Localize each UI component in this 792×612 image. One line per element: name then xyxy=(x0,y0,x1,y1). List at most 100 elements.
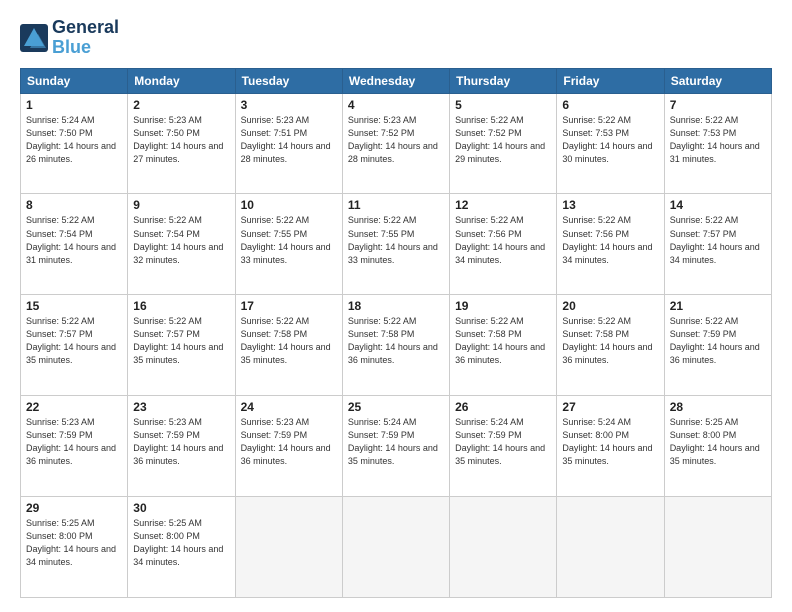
page: General Blue SundayMondayTuesdayWednesda… xyxy=(0,0,792,612)
calendar-cell: 2 Sunrise: 5:23 AMSunset: 7:50 PMDaylight… xyxy=(128,93,235,194)
calendar-week-row: 15 Sunrise: 5:22 AMSunset: 7:57 PMDayligh… xyxy=(21,295,772,396)
calendar-cell: 18 Sunrise: 5:22 AMSunset: 7:58 PMDayligh… xyxy=(342,295,449,396)
calendar-cell: 7 Sunrise: 5:22 AMSunset: 7:53 PMDaylight… xyxy=(664,93,771,194)
day-detail: Sunrise: 5:22 AMSunset: 7:59 PMDaylight:… xyxy=(670,315,766,367)
calendar-cell: 23 Sunrise: 5:23 AMSunset: 7:59 PMDayligh… xyxy=(128,396,235,497)
day-detail: Sunrise: 5:23 AMSunset: 7:51 PMDaylight:… xyxy=(241,114,337,166)
day-detail: Sunrise: 5:22 AMSunset: 7:58 PMDaylight:… xyxy=(348,315,444,367)
calendar-cell: 24Sunrise: 5:23 AMSunset: 7:59 PMDayligh… xyxy=(235,396,342,497)
calendar-week-row: 29 Sunrise: 5:25 AMSunset: 8:00 PMDayligh… xyxy=(21,497,772,598)
day-detail: Sunrise: 5:22 AMSunset: 7:57 PMDaylight:… xyxy=(26,315,122,367)
day-detail: Sunrise: 5:23 AMSunset: 7:52 PMDaylight:… xyxy=(348,114,444,166)
day-detail: Sunrise: 5:22 AMSunset: 7:57 PMDaylight:… xyxy=(133,315,229,367)
day-number: 24 xyxy=(241,400,337,414)
calendar-cell: 26 Sunrise: 5:24 AMSunset: 7:59 PMDayligh… xyxy=(450,396,557,497)
day-number: 11 xyxy=(348,198,444,212)
day-detail: Sunrise: 5:24 AMSunset: 7:59 PMDaylight:… xyxy=(348,416,444,468)
day-detail: Sunrise: 5:24 AMSunset: 7:50 PMDaylight:… xyxy=(26,114,122,166)
calendar-cell: 30 Sunrise: 5:25 AMSunset: 8:00 PMDayligh… xyxy=(128,497,235,598)
day-number: 29 xyxy=(26,501,122,515)
calendar-body: 1 Sunrise: 5:24 AMSunset: 7:50 PMDaylight… xyxy=(21,93,772,597)
calendar-cell xyxy=(342,497,449,598)
day-number: 14 xyxy=(670,198,766,212)
calendar-cell: 14 Sunrise: 5:22 AMSunset: 7:57 PMDayligh… xyxy=(664,194,771,295)
day-detail: Sunrise: 5:22 AMSunset: 7:57 PMDaylight:… xyxy=(670,214,766,266)
header: General Blue xyxy=(20,18,772,58)
day-detail: Sunrise: 5:22 AMSunset: 7:56 PMDaylight:… xyxy=(562,214,658,266)
calendar-cell xyxy=(235,497,342,598)
calendar-cell xyxy=(557,497,664,598)
day-number: 4 xyxy=(348,98,444,112)
logo-icon xyxy=(20,24,48,52)
day-number: 25 xyxy=(348,400,444,414)
day-header: Wednesday xyxy=(342,68,449,93)
day-number: 17 xyxy=(241,299,337,313)
logo: General Blue xyxy=(20,18,119,58)
day-header: Thursday xyxy=(450,68,557,93)
day-detail: Sunrise: 5:25 AMSunset: 8:00 PMDaylight:… xyxy=(133,517,229,569)
day-detail: Sunrise: 5:22 AMSunset: 7:54 PMDaylight:… xyxy=(26,214,122,266)
day-number: 22 xyxy=(26,400,122,414)
calendar-cell: 17 Sunrise: 5:22 AMSunset: 7:58 PMDayligh… xyxy=(235,295,342,396)
calendar-week-row: 1 Sunrise: 5:24 AMSunset: 7:50 PMDaylight… xyxy=(21,93,772,194)
day-detail: Sunrise: 5:22 AMSunset: 7:58 PMDaylight:… xyxy=(241,315,337,367)
day-number: 21 xyxy=(670,299,766,313)
day-detail: Sunrise: 5:24 AMSunset: 8:00 PMDaylight:… xyxy=(562,416,658,468)
day-detail: Sunrise: 5:23 AMSunset: 7:50 PMDaylight:… xyxy=(133,114,229,166)
calendar-week-row: 8 Sunrise: 5:22 AMSunset: 7:54 PMDaylight… xyxy=(21,194,772,295)
calendar-header-row: SundayMondayTuesdayWednesdayThursdayFrid… xyxy=(21,68,772,93)
day-header: Friday xyxy=(557,68,664,93)
calendar-cell: 3Sunrise: 5:23 AMSunset: 7:51 PMDaylight… xyxy=(235,93,342,194)
day-detail: Sunrise: 5:25 AMSunset: 8:00 PMDaylight:… xyxy=(26,517,122,569)
day-number: 8 xyxy=(26,198,122,212)
day-number: 1 xyxy=(26,98,122,112)
calendar-cell: 12Sunrise: 5:22 AMSunset: 7:56 PMDayligh… xyxy=(450,194,557,295)
day-number: 18 xyxy=(348,299,444,313)
calendar-cell: 25 Sunrise: 5:24 AMSunset: 7:59 PMDayligh… xyxy=(342,396,449,497)
day-detail: Sunrise: 5:22 AMSunset: 7:55 PMDaylight:… xyxy=(348,214,444,266)
day-number: 7 xyxy=(670,98,766,112)
calendar-cell xyxy=(664,497,771,598)
day-number: 23 xyxy=(133,400,229,414)
day-number: 9 xyxy=(133,198,229,212)
calendar-cell: 28Sunrise: 5:25 AMSunset: 8:00 PMDayligh… xyxy=(664,396,771,497)
calendar-cell: 4 Sunrise: 5:23 AMSunset: 7:52 PMDaylight… xyxy=(342,93,449,194)
calendar-week-row: 22 Sunrise: 5:23 AMSunset: 7:59 PMDayligh… xyxy=(21,396,772,497)
day-detail: Sunrise: 5:22 AMSunset: 7:53 PMDaylight:… xyxy=(670,114,766,166)
day-number: 10 xyxy=(241,198,337,212)
day-header: Saturday xyxy=(664,68,771,93)
day-detail: Sunrise: 5:22 AMSunset: 7:55 PMDaylight:… xyxy=(241,214,337,266)
day-number: 28 xyxy=(670,400,766,414)
day-detail: Sunrise: 5:22 AMSunset: 7:56 PMDaylight:… xyxy=(455,214,551,266)
day-number: 20 xyxy=(562,299,658,313)
calendar-cell: 27 Sunrise: 5:24 AMSunset: 8:00 PMDayligh… xyxy=(557,396,664,497)
day-detail: Sunrise: 5:23 AMSunset: 7:59 PMDaylight:… xyxy=(26,416,122,468)
calendar-cell: 6Sunrise: 5:22 AMSunset: 7:53 PMDaylight… xyxy=(557,93,664,194)
calendar-cell: 9Sunrise: 5:22 AMSunset: 7:54 PMDaylight… xyxy=(128,194,235,295)
day-number: 15 xyxy=(26,299,122,313)
day-number: 27 xyxy=(562,400,658,414)
day-number: 2 xyxy=(133,98,229,112)
calendar-cell: 8 Sunrise: 5:22 AMSunset: 7:54 PMDaylight… xyxy=(21,194,128,295)
day-header: Sunday xyxy=(21,68,128,93)
calendar-cell: 15 Sunrise: 5:22 AMSunset: 7:57 PMDayligh… xyxy=(21,295,128,396)
calendar-cell xyxy=(450,497,557,598)
calendar-cell: 1 Sunrise: 5:24 AMSunset: 7:50 PMDaylight… xyxy=(21,93,128,194)
calendar-cell: 20Sunrise: 5:22 AMSunset: 7:58 PMDayligh… xyxy=(557,295,664,396)
day-number: 26 xyxy=(455,400,551,414)
day-header: Tuesday xyxy=(235,68,342,93)
calendar-cell: 11 Sunrise: 5:22 AMSunset: 7:55 PMDayligh… xyxy=(342,194,449,295)
calendar-cell: 13Sunrise: 5:22 AMSunset: 7:56 PMDayligh… xyxy=(557,194,664,295)
calendar-cell: 22 Sunrise: 5:23 AMSunset: 7:59 PMDayligh… xyxy=(21,396,128,497)
day-detail: Sunrise: 5:24 AMSunset: 7:59 PMDaylight:… xyxy=(455,416,551,468)
calendar-cell: 19Sunrise: 5:22 AMSunset: 7:58 PMDayligh… xyxy=(450,295,557,396)
day-number: 6 xyxy=(562,98,658,112)
calendar-cell: 16Sunrise: 5:22 AMSunset: 7:57 PMDayligh… xyxy=(128,295,235,396)
day-detail: Sunrise: 5:23 AMSunset: 7:59 PMDaylight:… xyxy=(133,416,229,468)
day-detail: Sunrise: 5:22 AMSunset: 7:52 PMDaylight:… xyxy=(455,114,551,166)
day-number: 30 xyxy=(133,501,229,515)
calendar-cell: 29 Sunrise: 5:25 AMSunset: 8:00 PMDayligh… xyxy=(21,497,128,598)
calendar-cell: 5Sunrise: 5:22 AMSunset: 7:52 PMDaylight… xyxy=(450,93,557,194)
day-header: Monday xyxy=(128,68,235,93)
day-detail: Sunrise: 5:22 AMSunset: 7:58 PMDaylight:… xyxy=(455,315,551,367)
